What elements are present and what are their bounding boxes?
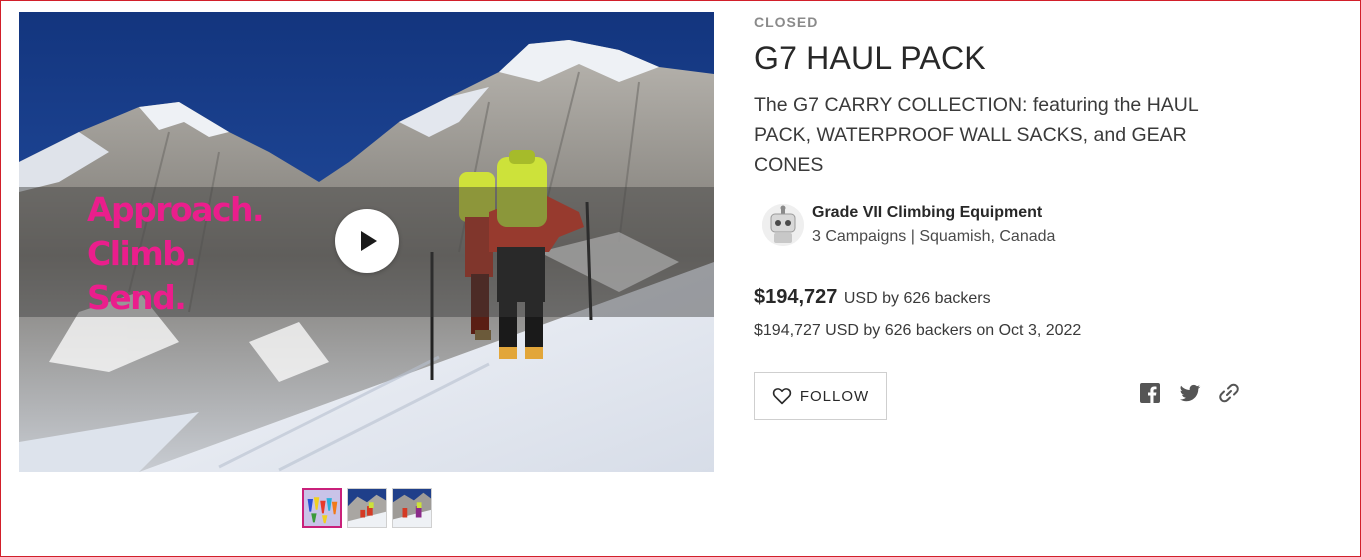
campaign-title: G7 HAUL PACK (754, 40, 986, 76)
twitter-icon[interactable] (1178, 381, 1202, 405)
follow-label: FOLLOW (799, 387, 870, 405)
gear-cones-thumbnail-icon (304, 490, 340, 526)
thumbnail-2[interactable] (347, 488, 387, 528)
campaign-video[interactable]: Approach. Climb. Send. (19, 12, 714, 472)
tagline-line-1: Approach. (87, 190, 265, 229)
funding-total: $194,727 USD by 626 backers (754, 286, 991, 309)
link-icon[interactable] (1217, 381, 1241, 405)
heart-icon (772, 388, 792, 405)
thumbnail-1[interactable] (302, 488, 342, 528)
tagline-line-3: Send. (87, 278, 187, 317)
creator-block: Grade VII Climbing Equipment 3 Campaigns… (762, 202, 1182, 248)
funding-summary: $194,727 USD by 626 backers on Oct 3, 20… (754, 322, 1082, 339)
campaign-status: CLOSED (754, 14, 819, 30)
tagline-line-2: Climb. (87, 234, 197, 273)
robot-avatar-icon[interactable] (762, 204, 804, 246)
thumbnail-3[interactable] (392, 488, 432, 528)
creator-meta: 3 Campaigns | Squamish, Canada (812, 228, 1056, 245)
play-button[interactable] (335, 209, 399, 273)
facebook-icon[interactable] (1138, 381, 1162, 405)
climbers-thumbnail-icon (348, 489, 386, 527)
climbers-thumbnail-icon (393, 489, 431, 527)
follow-button[interactable]: FOLLOW (754, 372, 887, 420)
tagline: Approach. Climb. Send. (87, 188, 265, 320)
funding-unit: USD by 626 backers (843, 290, 991, 307)
creator-name-link[interactable]: Grade VII Climbing Equipment (812, 204, 1042, 222)
funding-amount: $194,727 (754, 286, 838, 308)
campaign-blurb: The G7 CARRY COLLECTION: featuring the H… (754, 94, 1198, 176)
